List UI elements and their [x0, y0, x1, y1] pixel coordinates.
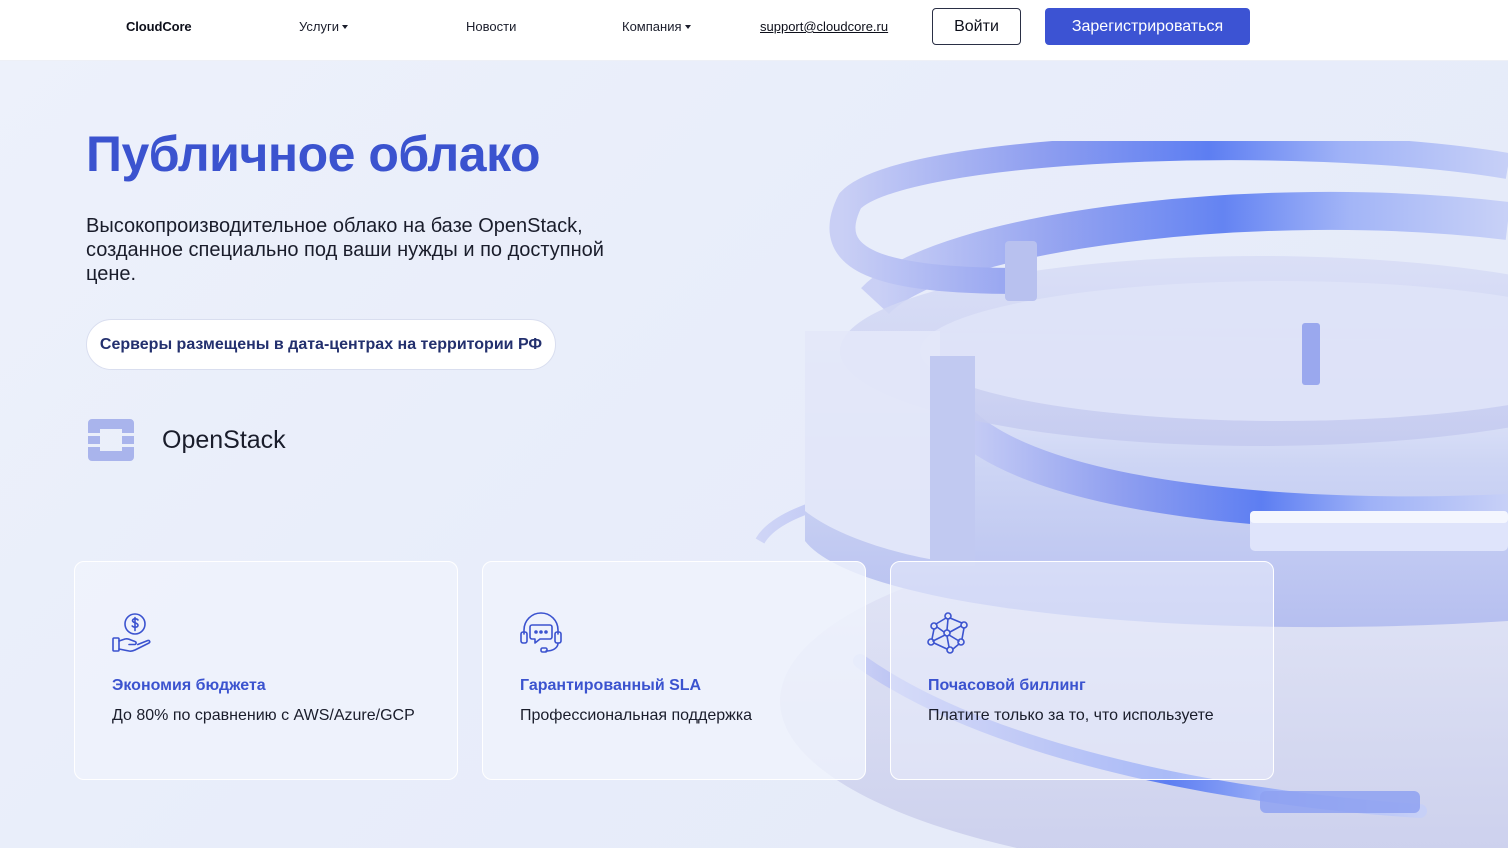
nav-company-label: Компания — [622, 19, 682, 34]
nav-news-label: Новости — [466, 19, 517, 34]
top-navbar: CloudCore Услуги Новости Компания suppor… — [0, 0, 1508, 61]
feature-card-budget: Экономия бюджета До 80% по сравнению с A… — [74, 561, 458, 780]
feature-text: До 80% по сравнению с AWS/Azure/GCP — [112, 707, 415, 724]
feature-text: Профессиональная поддержка — [520, 707, 753, 724]
brand-logo[interactable]: CloudCore — [126, 19, 192, 34]
openstack-label: OpenStack — [162, 425, 286, 454]
nav-services-label: Услуги — [299, 19, 339, 34]
register-button[interactable]: Зарегистрироваться — [1045, 8, 1250, 45]
datacenter-location-text: Серверы размещены в дата-центрах на терр… — [99, 335, 543, 353]
openstack-logo-icon — [88, 419, 134, 461]
page-title: Публичное облако — [86, 126, 541, 182]
datacenter-location-badge: Серверы размещены в дата-центрах на терр… — [86, 319, 556, 370]
hero-section: Публичное облако Высокопроизводительное … — [0, 61, 1508, 848]
feature-title: Экономия бюджета — [112, 677, 266, 694]
nav-news-link[interactable]: Новости — [466, 19, 516, 34]
login-button[interactable]: Войти — [932, 8, 1021, 45]
hero-subtitle: Высокопроизводительное облако на базе Op… — [86, 215, 604, 285]
headset-chat-icon — [520, 612, 562, 653]
network-nodes-icon — [927, 612, 968, 654]
caret-down-icon — [684, 25, 691, 29]
nav-company-dropdown[interactable]: Компания — [622, 19, 691, 34]
openstack-badge: OpenStack — [86, 415, 286, 465]
feature-text: Платите только за то, что используете — [928, 707, 1214, 724]
feature-card-sla: Гарантированный SLA Профессиональная под… — [482, 561, 866, 780]
feature-title: Гарантированный SLA — [520, 677, 702, 694]
feature-title: Почасовой биллинг — [928, 677, 1086, 694]
feature-card-billing: Почасовой биллинг Платите только за то, … — [890, 561, 1274, 780]
support-email-link[interactable]: support@cloudcore.ru — [760, 19, 888, 34]
nav-services-dropdown[interactable]: Услуги — [299, 19, 348, 34]
money-hand-icon — [112, 613, 151, 652]
caret-down-icon — [341, 25, 348, 29]
